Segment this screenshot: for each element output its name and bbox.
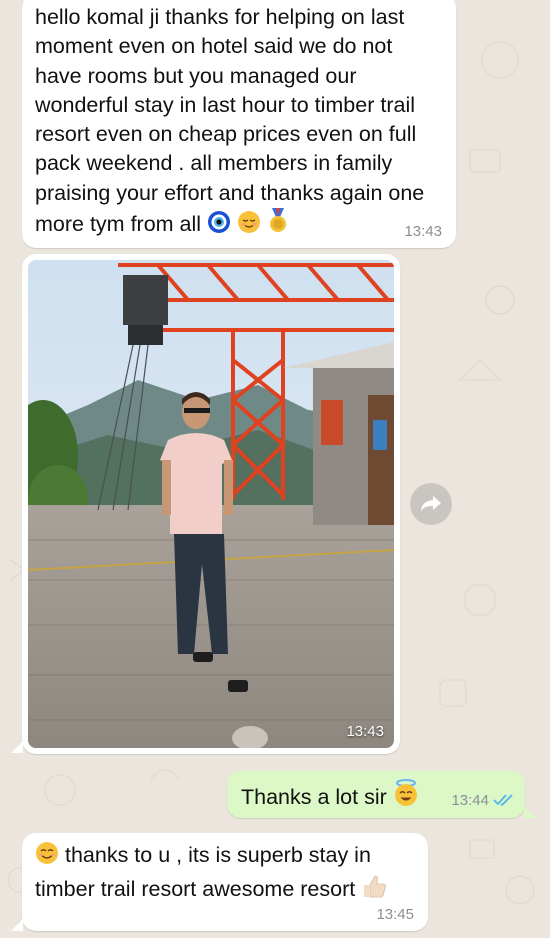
message-text: hello komal ji thanks for helping on las… <box>35 3 435 242</box>
forward-arrow-icon <box>421 496 441 512</box>
message-timestamp: 13:44 <box>451 792 489 809</box>
medal-emoji <box>267 208 289 242</box>
bubble-tail <box>11 741 23 753</box>
bubble-tail <box>11 919 23 931</box>
message-timestamp: 13:45 <box>376 906 414 923</box>
incoming-message-bubble[interactable]: thanks to u , its is superb stay in timb… <box>22 833 428 931</box>
outgoing-message-bubble[interactable]: Thanks a lot sir 13:44 <box>227 771 525 818</box>
forward-button[interactable] <box>410 483 452 525</box>
photo-timestamp: 13:43 <box>346 723 384 740</box>
nazar-amulet-emoji <box>207 210 231 242</box>
smiling-face-emoji <box>35 841 59 873</box>
photo-attachment[interactable]: 13:43 <box>28 260 394 748</box>
message-timestamp: 13:43 <box>404 223 442 240</box>
smiling-face-with-halo-emoji <box>393 779 419 815</box>
thumbs-up-emoji <box>361 873 387 907</box>
incoming-message-bubble[interactable]: hello komal ji thanks for helping on las… <box>22 0 456 248</box>
relieved-face-emoji <box>237 210 261 242</box>
double-check-icon <box>493 794 513 806</box>
message-text: Thanks a lot sir <box>241 779 419 815</box>
photo-image <box>28 260 394 748</box>
message-text: thanks to u , its is superb stay in timb… <box>35 841 420 908</box>
bubble-tail <box>524 806 536 818</box>
